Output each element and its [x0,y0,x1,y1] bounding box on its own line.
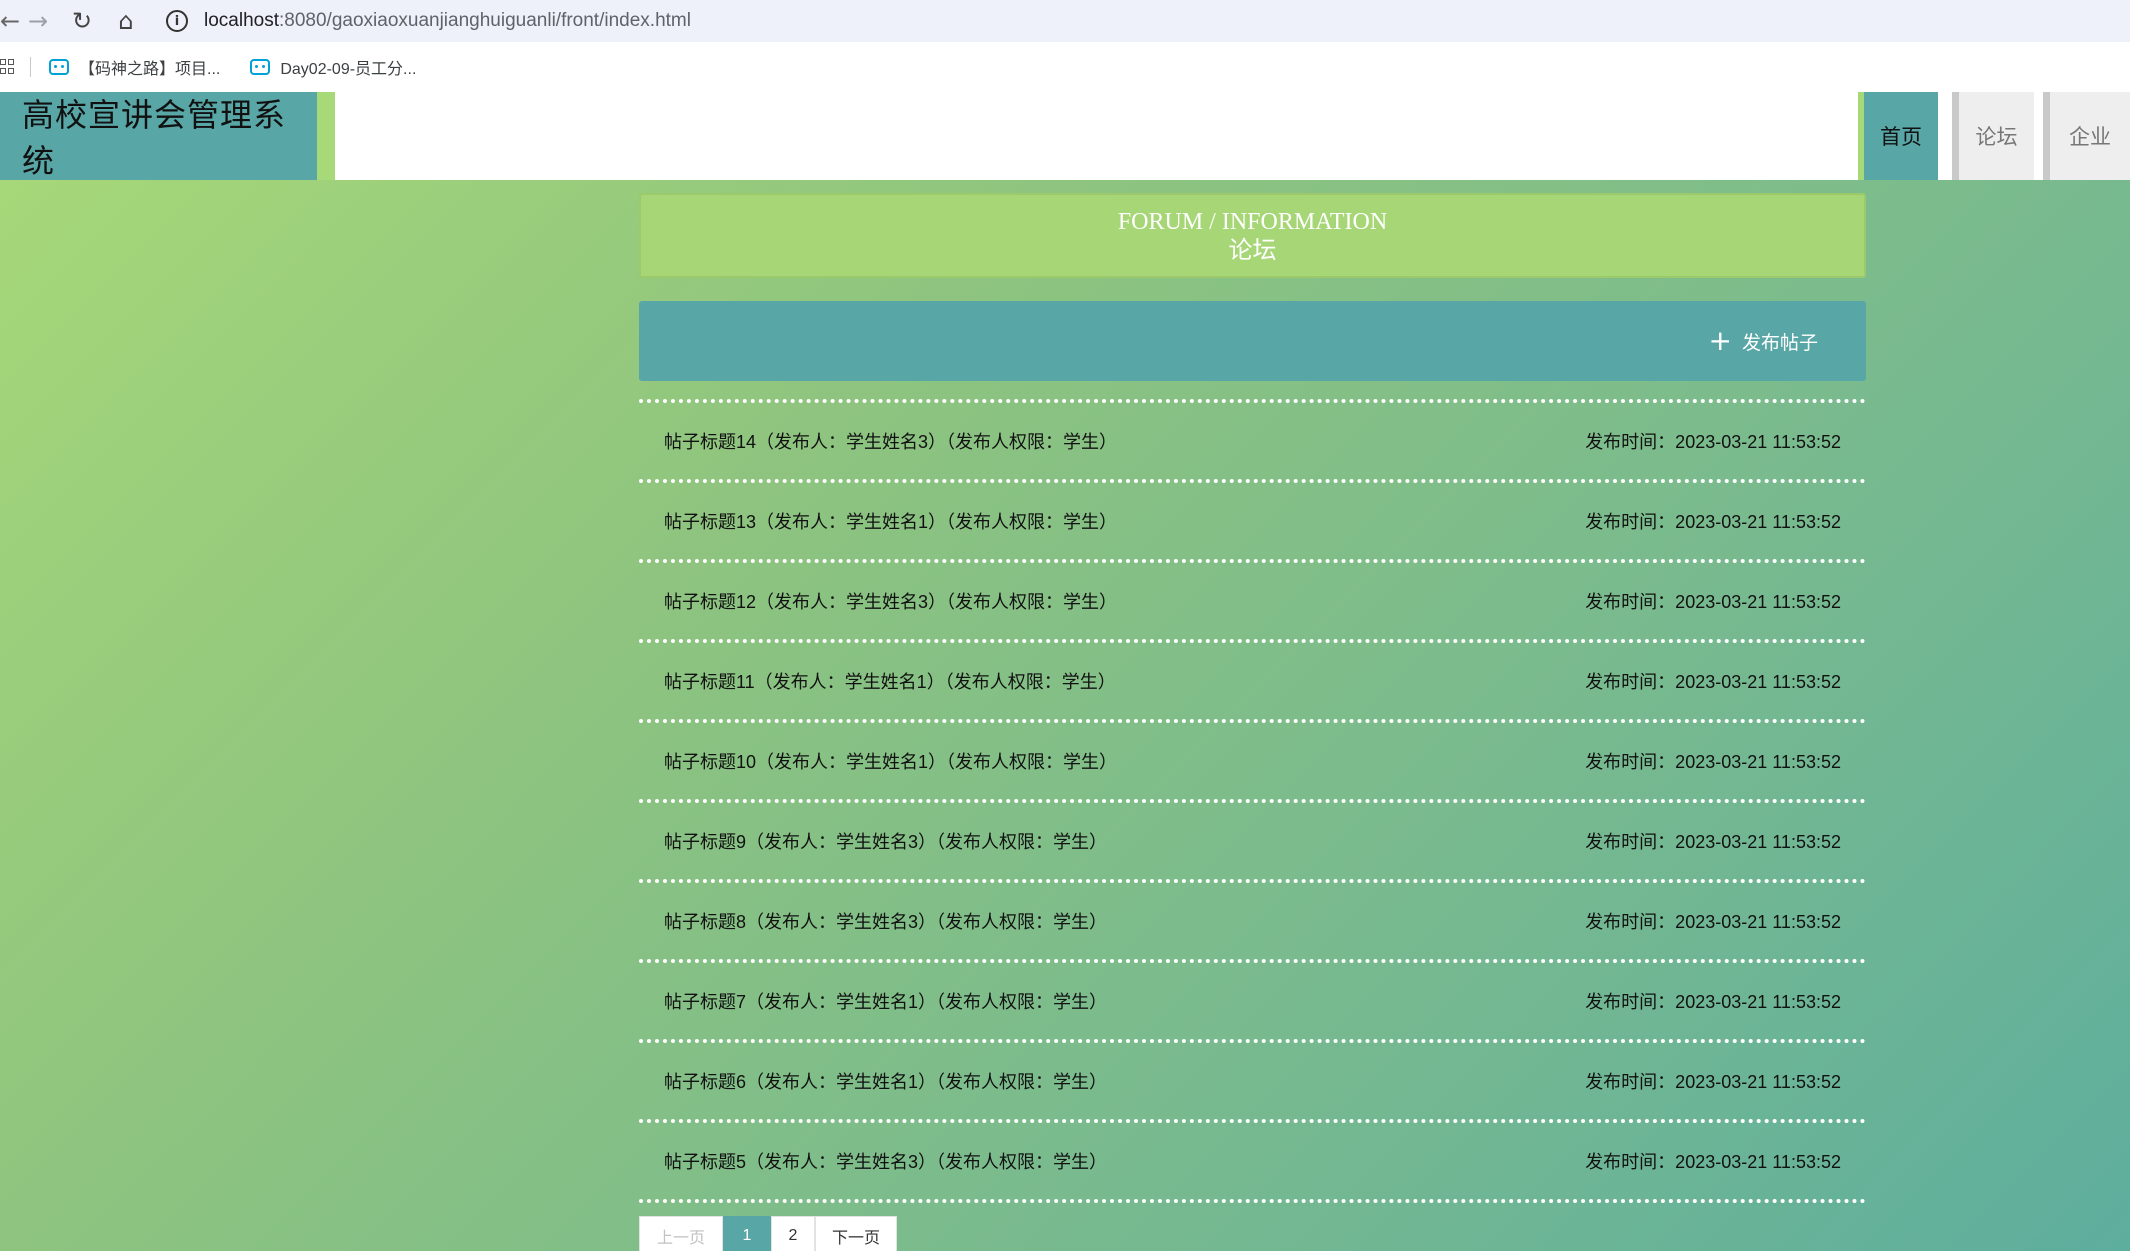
list-item[interactable]: 帖子标题8（发布人：学生姓名3）（发布人权限：学生） 发布时间：2023-03-… [639,883,1866,963]
nav-home[interactable]: 首页 [1858,92,1938,180]
post-time: 发布时间：2023-03-21 11:53:52 [1585,1152,1841,1172]
logo-accent [317,92,335,180]
plus-icon: + [1708,324,1732,357]
post-title[interactable]: 帖子标题7（发布人：学生姓名1）（发布人权限：学生） [664,988,1107,1014]
list-item[interactable]: 帖子标题9（发布人：学生姓名3）（发布人权限：学生） 发布时间：2023-03-… [639,803,1866,883]
list-item[interactable]: 帖子标题11（发布人：学生姓名1）（发布人权限：学生） 发布时间：2023-03… [639,643,1866,723]
apps-grid-icon[interactable] [0,59,14,75]
section-title: FORUM / INFORMATION 论坛 [639,193,1866,278]
list-item[interactable]: 帖子标题14（发布人：学生姓名3）（发布人权限：学生） 发布时间：2023-03… [639,403,1866,483]
post-title[interactable]: 帖子标题9（发布人：学生姓名3）（发布人权限：学生） [664,828,1107,854]
page-1-button[interactable]: 1 [723,1216,771,1251]
browser-toolbar: ← → ↻ ⌂ i localhost:8080/gaoxiaoxuanjian… [0,0,2130,42]
post-time: 发布时间：2023-03-21 11:53:52 [1585,432,1841,452]
site-info-icon[interactable]: i [166,10,188,32]
bookmark-label: 【码神之路】项目... [79,61,221,78]
list-item[interactable]: 帖子标题7（发布人：学生姓名1）（发布人权限：学生） 发布时间：2023-03-… [639,963,1866,1043]
url-path: :8080/gaoxiaoxuanjianghuiguanli/front/in… [279,10,691,31]
bookmarks-bar: 【码神之路】项目... Day02-09-员工分... [0,42,2130,92]
page-2-button[interactable]: 2 [771,1216,815,1251]
prev-page-button[interactable]: 上一页 [639,1216,723,1251]
post-time: 发布时间：2023-03-21 11:53:52 [1585,992,1841,1012]
post-time: 发布时间：2023-03-21 11:53:52 [1585,1072,1841,1092]
nav-forum[interactable]: 论坛 [1952,92,2034,180]
post-time: 发布时间：2023-03-21 11:53:52 [1585,512,1841,532]
post-list: 帖子标题14（发布人：学生姓名3）（发布人权限：学生） 发布时间：2023-03… [639,399,1866,1203]
bookmark-item[interactable]: Day02-09-员工分... [250,55,416,79]
site-header: 高校宣讲会管理系统 首页 论坛 企业 [0,92,2130,180]
post-title[interactable]: 帖子标题14（发布人：学生姓名3）（发布人权限：学生） [664,428,1117,454]
publish-post-button[interactable]: + 发布帖子 [1709,325,1818,357]
post-time: 发布时间：2023-03-21 11:53:52 [1585,592,1841,612]
home-icon[interactable]: ⌂ [104,0,148,42]
post-time: 发布时间：2023-03-21 11:53:52 [1585,672,1841,692]
nav-company[interactable]: 企业 [2043,92,2130,180]
reload-icon[interactable]: ↻ [60,0,104,42]
page-body: 高校宣讲会管理系统 首页 论坛 企业 FORUM / INFORMATION 论… [0,92,2130,1251]
publish-post-label: 发布帖子 [1741,332,1818,354]
post-title[interactable]: 帖子标题12（发布人：学生姓名3）（发布人权限：学生） [664,588,1117,614]
section-title-cn: 论坛 [1228,237,1277,264]
address-bar[interactable]: i localhost:8080/gaoxiaoxuanjianghuiguan… [156,4,2116,38]
list-item[interactable]: 帖子标题13（发布人：学生姓名1）（发布人权限：学生） 发布时间：2023-03… [639,483,1866,563]
action-bar: + 发布帖子 [639,301,1866,381]
list-item[interactable]: 帖子标题10（发布人：学生姓名1）（发布人权限：学生） 发布时间：2023-03… [639,723,1866,803]
pagination: 上一页 1 2 下一页 [639,1216,897,1251]
post-title[interactable]: 帖子标题8（发布人：学生姓名3）（发布人权限：学生） [664,908,1107,934]
post-title[interactable]: 帖子标题10（发布人：学生姓名1）（发布人权限：学生） [664,748,1117,774]
back-icon[interactable]: ← [0,0,20,42]
list-item[interactable]: 帖子标题5（发布人：学生姓名3）（发布人权限：学生） 发布时间：2023-03-… [639,1123,1866,1203]
post-time: 发布时间：2023-03-21 11:53:52 [1585,752,1841,772]
section-title-en: FORUM / INFORMATION [1117,208,1388,235]
next-page-button[interactable]: 下一页 [815,1216,897,1251]
post-time: 发布时间：2023-03-21 11:53:52 [1585,832,1841,852]
list-item[interactable]: 帖子标题12（发布人：学生姓名3）（发布人权限：学生） 发布时间：2023-03… [639,563,1866,643]
post-title[interactable]: 帖子标题6（发布人：学生姓名1）（发布人权限：学生） [664,1068,1107,1094]
post-title[interactable]: 帖子标题5（发布人：学生姓名3）（发布人权限：学生） [664,1148,1107,1174]
post-title[interactable]: 帖子标题11（发布人：学生姓名1）（发布人权限：学生） [664,668,1116,694]
post-title[interactable]: 帖子标题13（发布人：学生姓名1）（发布人权限：学生） [664,508,1117,534]
bookmark-item[interactable]: 【码神之路】项目... [49,55,220,79]
bilibili-icon [49,59,69,75]
url-host: localhost [204,10,279,31]
post-time: 发布时间：2023-03-21 11:53:52 [1585,912,1841,932]
forward-icon[interactable]: → [16,0,60,42]
site-title: 高校宣讲会管理系统 [0,92,317,180]
bilibili-icon [250,59,271,75]
bookmark-label: Day02-09-员工分... [280,61,417,78]
bookmark-separator [30,57,31,77]
list-item[interactable]: 帖子标题6（发布人：学生姓名1）（发布人权限：学生） 发布时间：2023-03-… [639,1043,1866,1123]
